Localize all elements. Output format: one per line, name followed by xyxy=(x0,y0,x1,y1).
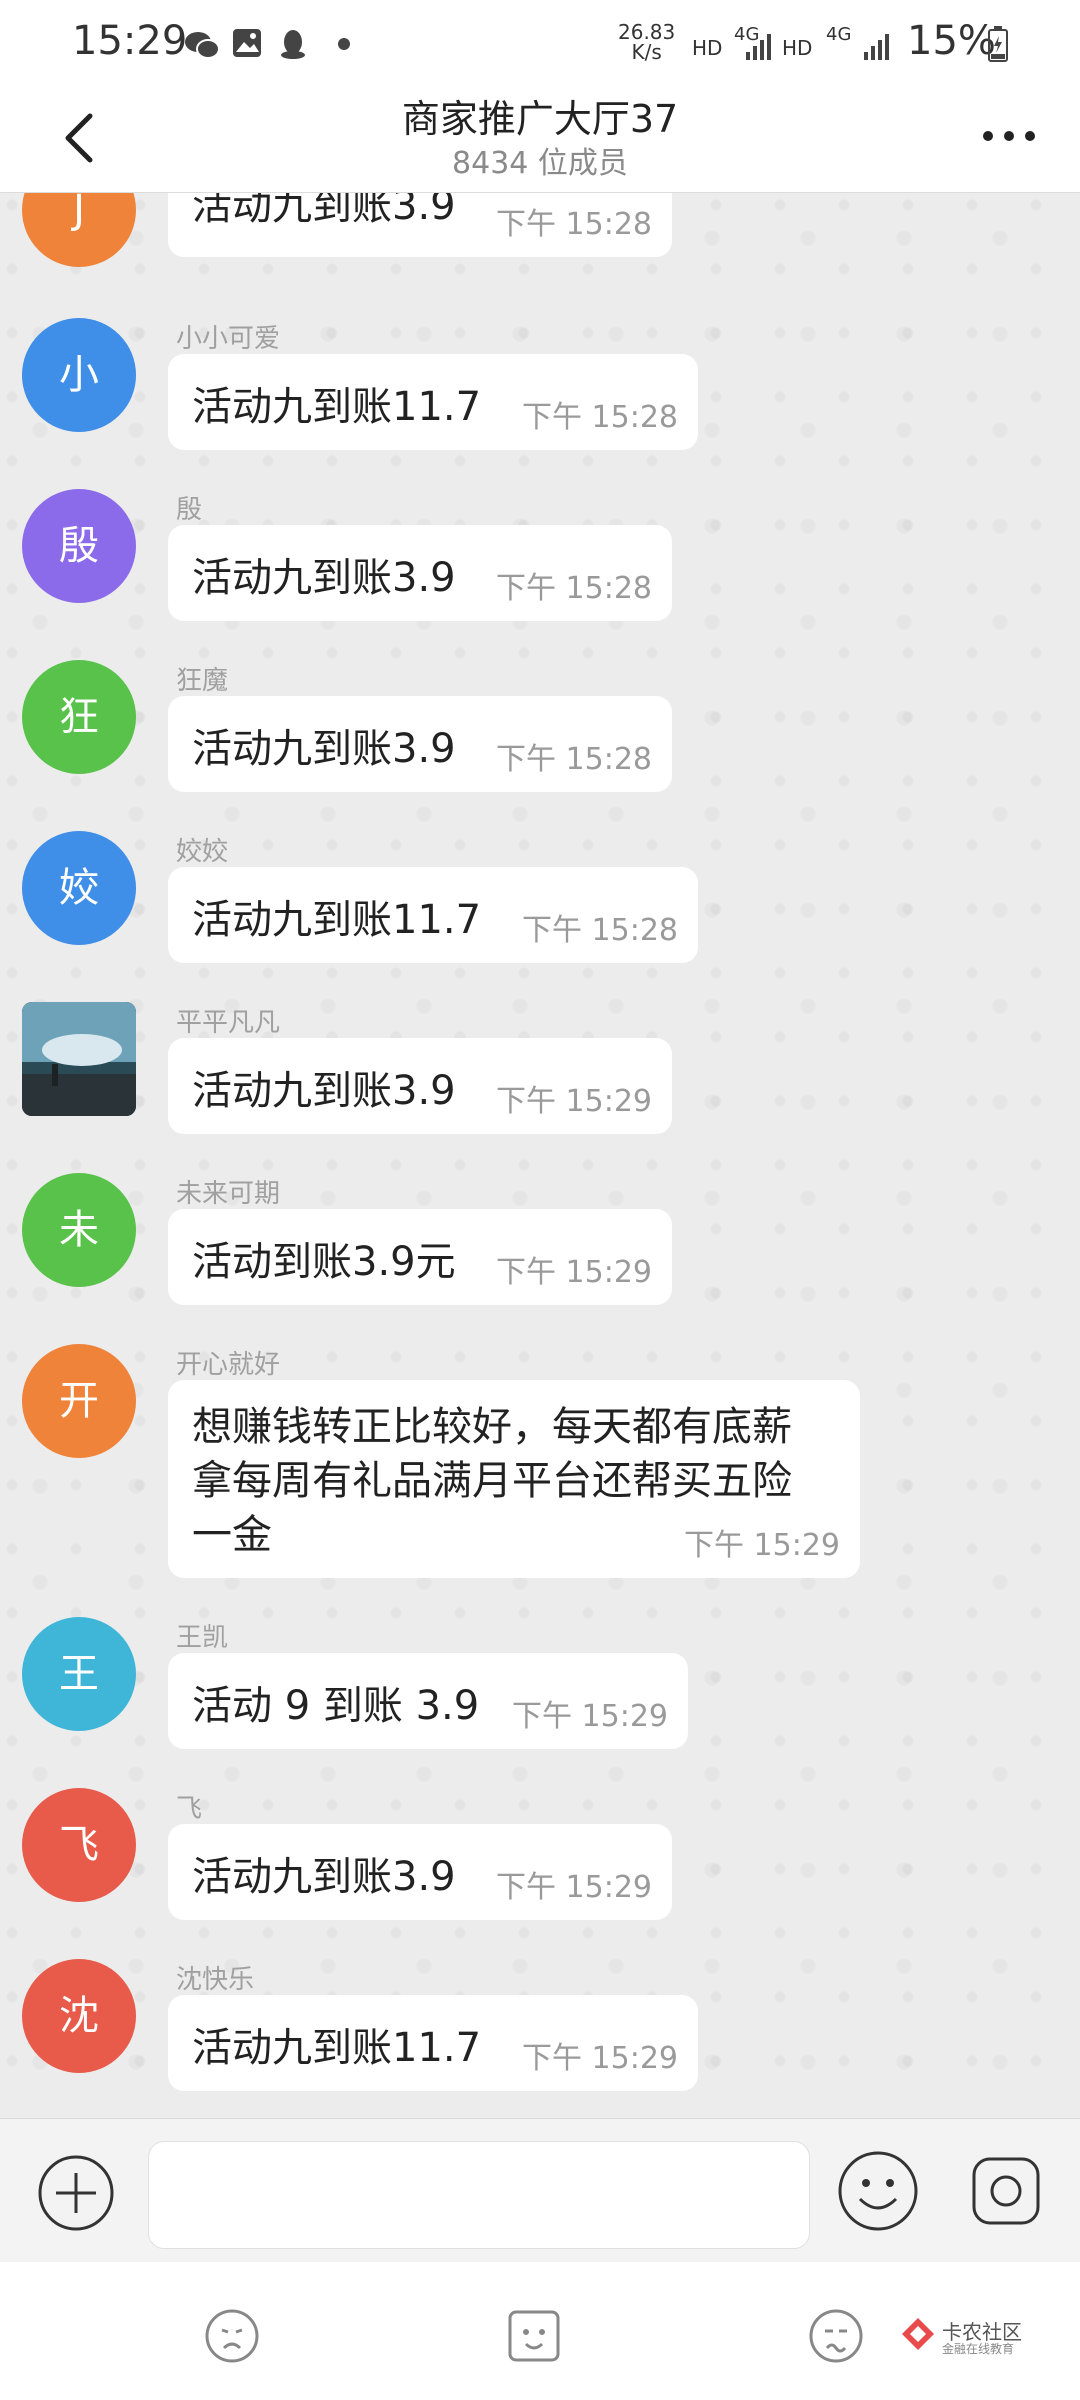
sender-name: 殷 xyxy=(176,495,203,525)
message-time: 下午 15:28 xyxy=(496,571,652,606)
avatar[interactable]: 未 xyxy=(22,1173,136,1287)
emoji-icon[interactable] xyxy=(836,2149,920,2233)
message-input[interactable] xyxy=(148,2141,810,2249)
sender-name: 姣姣 xyxy=(176,837,229,867)
avatar[interactable]: 沈 xyxy=(22,1959,136,2073)
net-speed-unit: K/s xyxy=(631,40,662,64)
battery-icon xyxy=(988,26,1008,62)
wechat-icon xyxy=(185,32,220,59)
sticker-face-3-icon[interactable] xyxy=(808,2308,864,2364)
signal-type-2: 4G xyxy=(826,24,852,45)
gallery-icon xyxy=(233,29,261,57)
message-bubble[interactable]: 活动九到账3.9 下午 15:29 xyxy=(168,1038,672,1134)
message-bubble[interactable]: 活动九到账3.9 下午 15:28 xyxy=(168,193,672,257)
message-bubble[interactable]: 想赚钱转正比较好，每天都有底薪 拿每周有礼品满月平台还帮买五险 一金 下午 15… xyxy=(168,1380,860,1578)
message-bubble[interactable]: 活动 9 到账 3.9 下午 15:29 xyxy=(168,1653,688,1749)
sender-name: 平平凡凡 xyxy=(176,1008,281,1038)
net-speed-value: 26.83 xyxy=(618,20,676,44)
message-time: 下午 15:29 xyxy=(496,1255,652,1290)
sender-name: 王凯 xyxy=(176,1623,229,1653)
sender-name: 小小可爱 xyxy=(176,324,281,354)
message-bubble[interactable]: 活动九到账3.9 下午 15:29 xyxy=(168,1824,672,1920)
message-time: 下午 15:28 xyxy=(522,913,678,948)
status-time: 15:29 xyxy=(72,18,188,64)
hd-label-1: HD xyxy=(692,36,723,60)
sender-name: 狂魔 xyxy=(176,666,229,696)
signal-bars-1-icon xyxy=(746,34,771,60)
avatar[interactable]: 飞 xyxy=(22,1788,136,1902)
message-time: 下午 15:29 xyxy=(522,2041,678,2076)
group-title: 商家推广大厅37 xyxy=(401,97,679,141)
signal-bars-2-icon xyxy=(864,34,889,60)
instagram-icon[interactable] xyxy=(970,2155,1042,2227)
sender-name: 沈快乐 xyxy=(176,1965,255,1995)
avatar[interactable]: 殷 xyxy=(22,489,136,603)
photo-avatar[interactable] xyxy=(22,1002,136,1116)
watermark-logo: 卡农社区 金融在线教育 xyxy=(900,2314,1050,2358)
hd-label-2: HD xyxy=(782,36,813,60)
avatar[interactable]: 王 xyxy=(22,1617,136,1731)
message-time: 下午 15:28 xyxy=(496,742,652,777)
qq-icon xyxy=(281,30,305,59)
avatar[interactable]: J xyxy=(22,193,136,267)
message-bubble[interactable]: 活动九到账11.7 下午 15:28 xyxy=(168,354,698,450)
member-count: 8434 位成员 xyxy=(452,146,628,181)
message-time: 下午 15:29 xyxy=(496,1870,652,1905)
message-time: 下午 15:28 xyxy=(496,207,652,242)
status-bar: 15:29 26.83 K/s HD 4G HD 4G 15% xyxy=(0,0,1080,86)
sender-name: 飞 xyxy=(176,1794,203,1824)
sticker-face-2-icon[interactable] xyxy=(506,2308,562,2364)
input-bar xyxy=(0,2118,1080,2263)
message-time: 下午 15:29 xyxy=(512,1699,668,1734)
message-list[interactable]: J 活动九到账3.9 下午 15:28 小 小小可爱 活动九到账11.7 下午 … xyxy=(0,193,1080,2119)
more-icon[interactable] xyxy=(974,116,1044,156)
dot-icon xyxy=(338,38,350,50)
message-bubble[interactable]: 活动九到账3.9 下午 15:28 xyxy=(168,525,672,621)
watermark-icon xyxy=(902,2318,934,2350)
net-speed: 26.83 K/s xyxy=(618,22,675,62)
message-time: 下午 15:29 xyxy=(496,1084,652,1119)
message-bubble[interactable]: 活动九到账3.9 下午 15:28 xyxy=(168,696,672,792)
avatar[interactable]: 开 xyxy=(22,1344,136,1458)
watermark-subtext: 金融在线教育 xyxy=(942,2342,1015,2356)
message-time: 下午 15:29 xyxy=(684,1528,840,1563)
sticker-face-1-icon[interactable] xyxy=(204,2308,260,2364)
message-bubble[interactable]: 活动到账3.9元 下午 15:29 xyxy=(168,1209,672,1305)
chat-header: 商家推广大厅37 8434 位成员 xyxy=(0,86,1080,193)
message-bubble[interactable]: 活动九到账11.7 下午 15:28 xyxy=(168,867,698,963)
sender-name: 未来可期 xyxy=(176,1179,281,1209)
message-bubble[interactable]: 活动九到账11.7 下午 15:29 xyxy=(168,1995,698,2091)
sender-name: 开心就好 xyxy=(176,1350,281,1380)
avatar[interactable]: 狂 xyxy=(22,660,136,774)
avatar[interactable]: 姣 xyxy=(22,831,136,945)
plus-icon[interactable] xyxy=(36,2153,116,2233)
message-time: 下午 15:28 xyxy=(522,400,678,435)
avatar[interactable]: 小 xyxy=(22,318,136,432)
battery-percent: 15% xyxy=(907,18,996,64)
